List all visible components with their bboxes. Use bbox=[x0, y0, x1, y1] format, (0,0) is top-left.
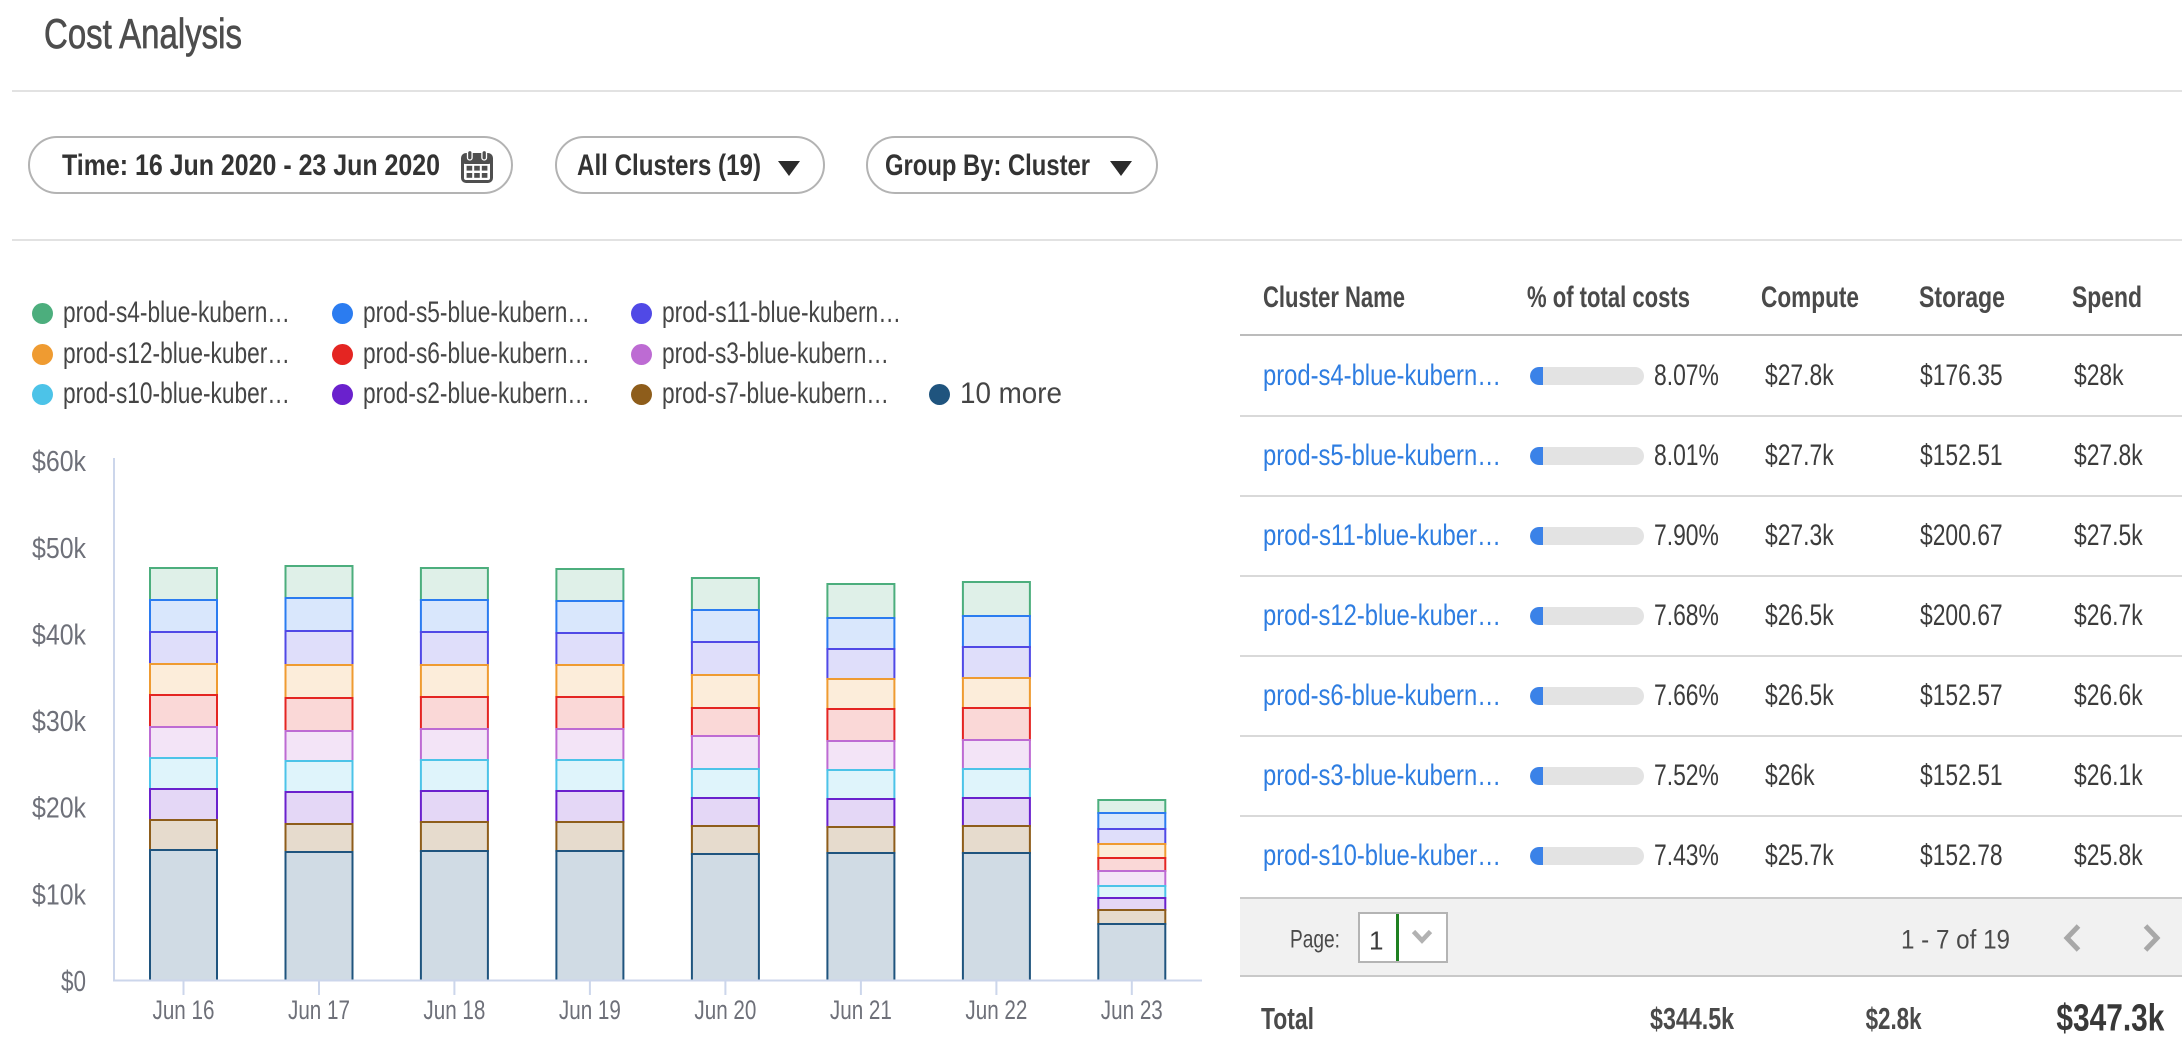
svg-text:Jun 17: Jun 17 bbox=[288, 995, 350, 1025]
svg-text:Jun 18: Jun 18 bbox=[423, 995, 485, 1025]
svg-text:$30k: $30k bbox=[32, 706, 86, 738]
svg-text:$0: $0 bbox=[61, 966, 86, 998]
svg-text:Jun 19: Jun 19 bbox=[559, 995, 621, 1025]
svg-text:Jun 21: Jun 21 bbox=[830, 995, 892, 1025]
svg-text:Jun 16: Jun 16 bbox=[153, 995, 215, 1025]
svg-text:$50k: $50k bbox=[32, 533, 86, 565]
svg-text:$20k: $20k bbox=[32, 793, 86, 825]
svg-text:$60k: $60k bbox=[32, 446, 86, 478]
svg-text:Jun 20: Jun 20 bbox=[694, 995, 756, 1025]
svg-text:Jun 23: Jun 23 bbox=[1101, 995, 1163, 1025]
svg-text:Jun 22: Jun 22 bbox=[965, 995, 1027, 1025]
svg-text:$10k: $10k bbox=[32, 879, 86, 911]
svg-text:$40k: $40k bbox=[32, 619, 86, 651]
